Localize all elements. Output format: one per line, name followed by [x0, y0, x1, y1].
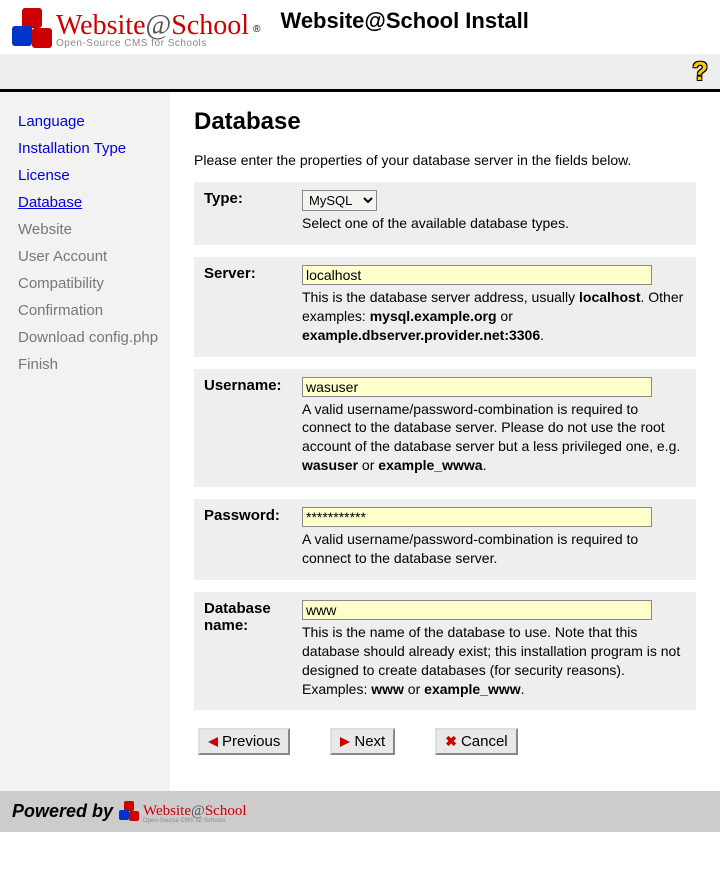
- main-content: Database Please enter the properties of …: [170, 92, 720, 791]
- header: Website@School Open-Source CMS for Schoo…: [0, 0, 720, 54]
- sidebar: Language Installation Type License Datab…: [0, 92, 170, 791]
- select-type[interactable]: MySQL: [302, 190, 377, 211]
- nav-item-download-config: Download config.php: [18, 324, 160, 351]
- row-password: Password: A valid username/password-comb…: [194, 499, 696, 580]
- label-username: Username:: [204, 377, 302, 476]
- help-icon[interactable]: ?: [692, 56, 708, 87]
- row-dbname: Database name: This is the name of the d…: [194, 592, 696, 711]
- topbar: ?: [0, 54, 720, 92]
- footer-logo: Website@School Open-Source CMS for Schoo…: [119, 799, 246, 824]
- powered-by-text: Powered by: [12, 801, 113, 822]
- nav-item-finish: Finish: [18, 351, 160, 378]
- nav-item-installation-type[interactable]: Installation Type: [18, 135, 160, 162]
- label-dbname: Database name:: [204, 600, 302, 699]
- arrow-left-icon: [208, 737, 218, 747]
- row-username: Username: A valid username/password-comb…: [194, 369, 696, 488]
- row-type: Type: MySQL Select one of the available …: [194, 182, 696, 245]
- page-title: Database: [194, 108, 696, 136]
- arrow-right-icon: [340, 737, 350, 747]
- nav-item-compatibility: Compatibility: [18, 270, 160, 297]
- page-intro: Please enter the properties of your data…: [194, 152, 696, 168]
- next-button[interactable]: Next: [330, 728, 395, 755]
- previous-button[interactable]: Previous: [198, 728, 290, 755]
- nav-item-database[interactable]: Database: [18, 189, 160, 216]
- input-dbname[interactable]: [302, 600, 652, 620]
- row-server: Server: This is the database server addr…: [194, 257, 696, 357]
- nav-item-confirmation: Confirmation: [18, 297, 160, 324]
- input-server[interactable]: [302, 265, 652, 285]
- label-password: Password:: [204, 507, 302, 568]
- desc-type: Select one of the available database typ…: [302, 214, 686, 233]
- desc-server: This is the database server address, usu…: [302, 288, 686, 345]
- label-type: Type:: [204, 190, 302, 233]
- label-server: Server:: [204, 265, 302, 345]
- footer-brand-text: Website@School: [143, 803, 246, 819]
- close-icon: ✖: [445, 733, 457, 750]
- nav-item-user-account: User Account: [18, 243, 160, 270]
- nav-item-language[interactable]: Language: [18, 108, 160, 135]
- button-row: Previous Next ✖Cancel: [194, 722, 696, 775]
- page-header-title: Website@School Install: [280, 8, 528, 34]
- desc-dbname: This is the name of the database to use.…: [302, 623, 686, 699]
- input-username[interactable]: [302, 377, 652, 397]
- logo-text: Website@School: [56, 10, 249, 41]
- nav-item-website: Website: [18, 216, 160, 243]
- footer: Powered by Website@School Open-Source CM…: [0, 791, 720, 832]
- registered-mark: ®: [253, 24, 260, 35]
- desc-password: A valid username/password-combination is…: [302, 530, 686, 568]
- nav-item-license[interactable]: License: [18, 162, 160, 189]
- footer-puzzle-icon: [119, 801, 141, 823]
- desc-username: A valid username/password-combination is…: [302, 400, 686, 476]
- input-password[interactable]: [302, 507, 652, 527]
- logo: Website@School Open-Source CMS for Schoo…: [12, 8, 260, 50]
- cancel-button[interactable]: ✖Cancel: [435, 728, 517, 755]
- puzzle-icon: [12, 8, 54, 50]
